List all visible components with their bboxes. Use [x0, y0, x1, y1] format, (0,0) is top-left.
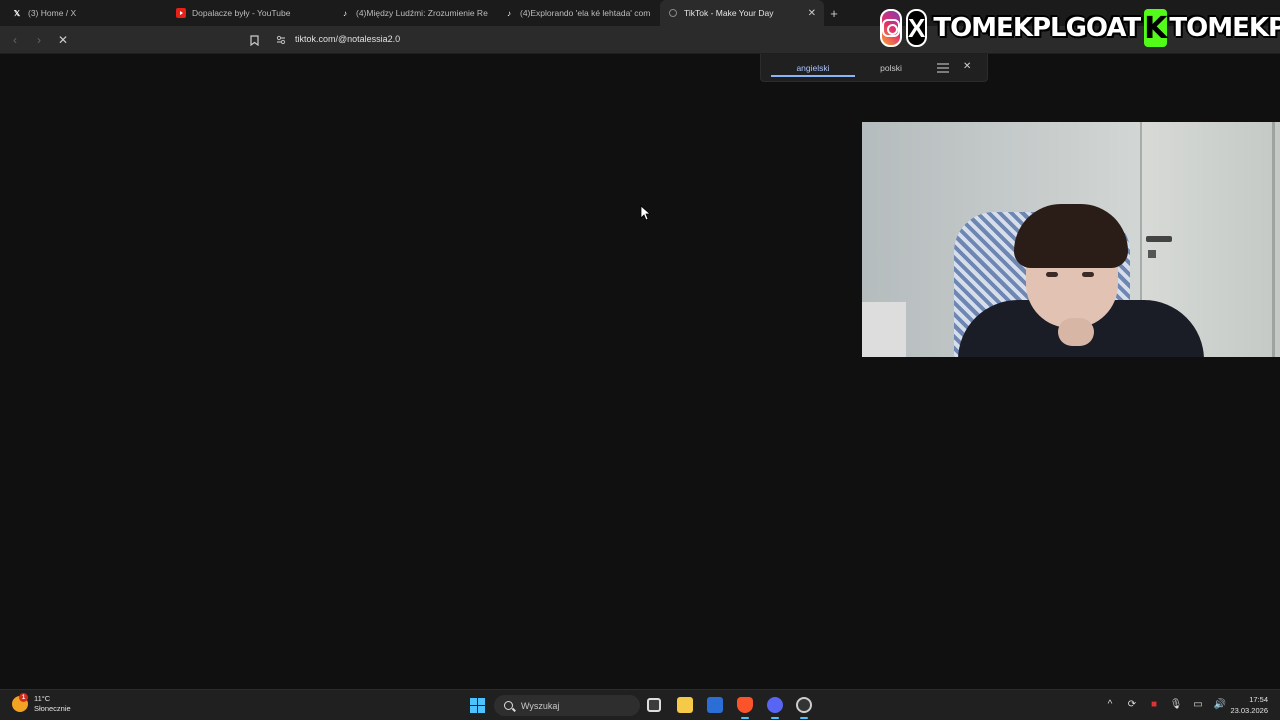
youtube-icon [176, 8, 186, 18]
active-app-indicator [741, 717, 749, 719]
discord-icon[interactable] [767, 697, 783, 713]
clock-date: 23.03.2026 [1230, 706, 1268, 715]
app-tray-icon[interactable]: ■ [1148, 698, 1160, 710]
x-logo-icon: X [906, 9, 928, 47]
search-icon [504, 701, 513, 710]
brave-browser-icon[interactable] [737, 697, 753, 713]
overlay-handle-secondary: TOMEKPL [1169, 13, 1280, 43]
loading-globe-icon [668, 8, 678, 18]
tab-tiktok-2[interactable]: ♪ (4)Explorando 'ela ké lehtada' com N [496, 0, 660, 26]
tab-youtube[interactable]: Dopalacze były - YouTube [168, 0, 332, 26]
stop-loading-icon[interactable]: ✕ [53, 30, 73, 50]
search-placeholder: Wyszukaj [521, 700, 560, 711]
weather-condition: Słonecznie [34, 704, 71, 713]
weather-temperature: 11°C [34, 694, 51, 703]
notification-badge: 1 [19, 693, 28, 702]
active-app-indicator [800, 717, 808, 719]
chevron-up-icon[interactable]: ^ [1104, 698, 1116, 710]
microphone-icon[interactable]: 🎙 [1170, 698, 1183, 710]
screen: 𝕏 (3) Home / X Dopalacze były - YouTube … [0, 0, 1280, 720]
mouse-cursor-icon [640, 205, 650, 221]
instagram-icon [880, 9, 902, 47]
webcam-overlay [862, 122, 1280, 357]
menu-icon[interactable] [937, 62, 949, 74]
system-tray: ^ ⟳ ■ 🎙 ▭ 🔊 [1104, 698, 1227, 710]
tab-title: (3) Home / X [28, 8, 77, 18]
microsoft-store-icon[interactable] [707, 697, 723, 713]
active-app-indicator [771, 717, 779, 719]
sun-icon: 1 [12, 693, 28, 712]
tiktok-icon: ♪ [343, 8, 347, 18]
clock-time: 17:54 [1249, 695, 1268, 704]
address-bar[interactable]: tiktok.com/@notalessia2.0 [295, 34, 400, 44]
x-icon: 𝕏 [13, 8, 21, 18]
stream-social-overlay: X TOMEKPLGOAT K TOMEKPL [880, 8, 1280, 48]
tab-tiktok-active[interactable]: TikTok - Make Your Day ✕ [660, 0, 824, 26]
tab-tiktok-1[interactable]: ♪ (4)Między Ludźmi: Zrozumienie Relac [332, 0, 496, 26]
network-icon[interactable]: ▭ [1192, 698, 1204, 710]
task-view-icon[interactable] [647, 698, 661, 712]
file-explorer-icon[interactable] [677, 697, 693, 713]
tab-title: Dopalacze były - YouTube [192, 8, 291, 18]
tiktok-icon: ♪ [507, 8, 511, 18]
close-tab-icon[interactable]: ✕ [808, 8, 816, 19]
bookmark-icon[interactable] [248, 32, 260, 48]
system-clock[interactable]: 17:54 23.03.2026 [1230, 694, 1268, 716]
close-icon[interactable]: ✕ [963, 61, 971, 72]
volume-icon[interactable]: 🔊 [1214, 698, 1226, 710]
new-tab-button[interactable]: + [824, 0, 844, 26]
sync-icon[interactable]: ⟳ [1126, 698, 1138, 710]
translate-target-language-tab[interactable]: polski [857, 54, 925, 82]
windows-start-icon[interactable] [470, 698, 485, 713]
obs-icon[interactable] [796, 697, 812, 713]
translate-source-language-tab[interactable]: angielski [771, 54, 855, 82]
weather-widget[interactable]: 1 11°C Słonecznie [12, 693, 71, 714]
tab-title: (4)Między Ludźmi: Zrozumienie Relac [356, 8, 488, 18]
back-arrow-icon[interactable]: ‹ [5, 30, 25, 50]
taskbar-search[interactable]: Wyszukaj [494, 695, 640, 716]
tab-x-home[interactable]: 𝕏 (3) Home / X [4, 0, 168, 26]
tab-title: (4)Explorando 'ela ké lehtada' com N [520, 8, 652, 18]
tab-title: TikTok - Make Your Day [684, 8, 774, 18]
taskbar: 1 11°C Słonecznie Wyszukaj ^ ⟳ ■ 🎙 ▭ 🔊 1… [0, 689, 1280, 720]
site-info-icon[interactable] [275, 34, 287, 46]
forward-arrow-icon[interactable]: › [29, 30, 49, 50]
translate-bar: angielski polski ✕ [760, 54, 988, 82]
overlay-handle-primary: TOMEKPLGOAT [933, 13, 1141, 43]
kick-icon: K [1144, 9, 1168, 47]
